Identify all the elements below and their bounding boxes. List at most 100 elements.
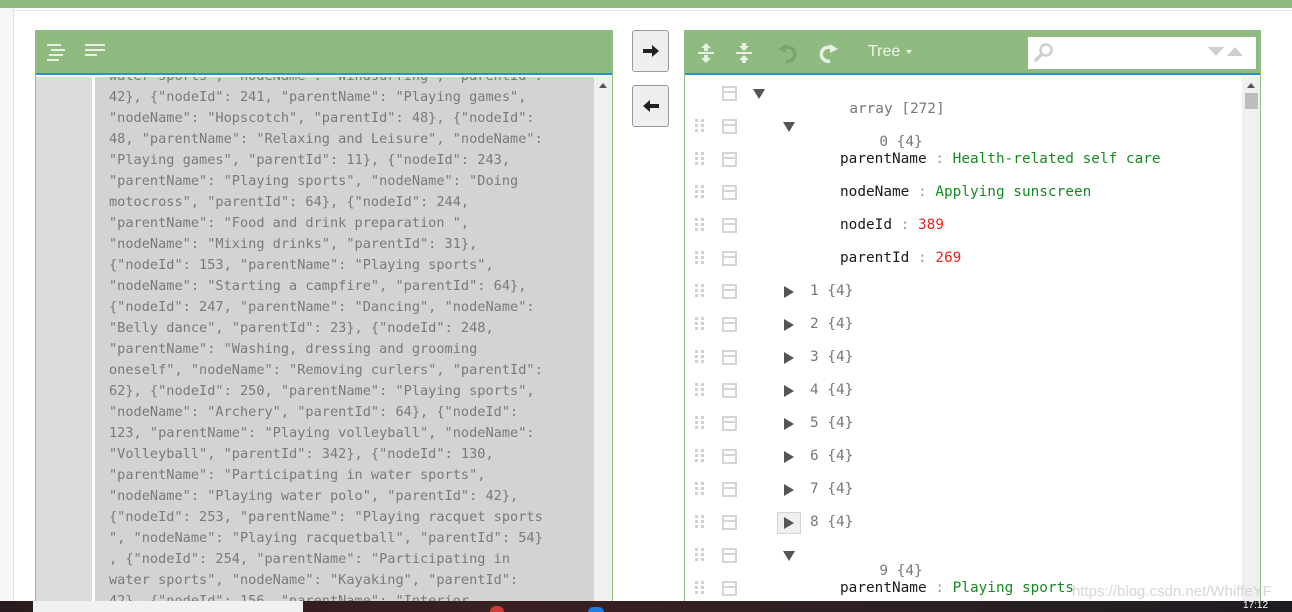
code-content[interactable]: water sports", "nodeName": "Windsurfing"… (109, 77, 543, 612)
taskbar-app-icon[interactable] (490, 606, 504, 612)
expand-toggle[interactable] (777, 380, 801, 402)
page-left-edge (0, 8, 14, 608)
code-line: water sports", "nodeName": "Windsurfing"… (109, 77, 543, 87)
context-menu-icon[interactable] (722, 581, 737, 596)
context-menu-icon[interactable] (722, 152, 737, 167)
field-value[interactable]: Health-related self care (953, 151, 1161, 167)
drag-handle-icon[interactable] (695, 515, 705, 529)
code-line: {"nodeId": 247, "parentName": "Dancing",… (109, 299, 535, 315)
expand-toggle[interactable] (777, 479, 801, 501)
expand-toggle[interactable] (777, 314, 801, 336)
scroll-up-arrow-icon[interactable] (599, 83, 607, 88)
field-group: nodeName : Applying sunscreen (840, 184, 1091, 200)
redo-icon[interactable] (817, 41, 839, 65)
drag-handle-icon[interactable] (695, 251, 705, 265)
context-menu-icon[interactable] (722, 548, 737, 563)
format-indent-icon[interactable] (47, 44, 69, 62)
field-key[interactable]: nodeId (840, 217, 892, 233)
tree-editor-panel: Tree array [272] 0 {4} parentName: Heal… (684, 30, 1261, 612)
taskbar-app-icon[interactable] (588, 607, 604, 612)
field-key[interactable]: parentId (840, 250, 909, 266)
triangle-right-icon (784, 484, 794, 496)
drag-handle-icon[interactable] (695, 581, 705, 595)
triangle-right-icon (784, 385, 794, 397)
search-next-icon[interactable] (1208, 47, 1224, 56)
drag-handle-icon[interactable] (695, 548, 705, 562)
tree-row-item: 6 {4} (685, 440, 1242, 473)
context-menu-icon[interactable] (722, 449, 737, 464)
expand-all-icon[interactable] (695, 41, 717, 65)
drag-handle-icon[interactable] (695, 350, 705, 364)
mode-label: Tree (868, 43, 901, 60)
drag-handle-icon[interactable] (695, 449, 705, 463)
expand-toggle[interactable] (777, 281, 801, 303)
context-menu-icon[interactable] (722, 185, 737, 200)
scroll-up-arrow-icon[interactable] (1247, 83, 1255, 88)
field-key[interactable]: parentName (840, 580, 927, 596)
item-label-group: 4 {4} (810, 382, 853, 398)
context-menu-icon[interactable] (722, 383, 737, 398)
triangle-right-icon (784, 418, 794, 430)
code-text-area[interactable]: water sports", "nodeName": "Windsurfing"… (95, 77, 595, 612)
code-line: "nodeName": "Mixing drinks", "parentId":… (109, 236, 478, 252)
context-menu-icon[interactable] (722, 86, 737, 101)
context-menu-icon[interactable] (722, 350, 737, 365)
scrollbar-thumb[interactable] (1245, 93, 1258, 109)
drag-handle-icon[interactable] (695, 383, 705, 397)
code-editor-panel: water sports", "nodeName": "Windsurfing"… (35, 30, 613, 612)
context-menu-icon[interactable] (722, 284, 737, 299)
code-line: ", "nodeName": "Playing racquetball", "p… (109, 530, 543, 546)
tree-row-field: parentName : Health-related self care (685, 143, 1242, 176)
field-key[interactable]: nodeName (840, 184, 909, 200)
context-menu-icon[interactable] (722, 416, 737, 431)
collapse-all-icon[interactable] (733, 41, 755, 65)
code-line: "parentName": "Washing, dressing and gro… (109, 341, 478, 357)
collapse-toggle[interactable] (777, 545, 801, 567)
taskbar-window-preview[interactable] (33, 601, 303, 612)
compact-lines-icon[interactable] (85, 44, 107, 62)
drag-handle-icon[interactable] (695, 185, 705, 199)
line-number-gutter (36, 77, 92, 612)
drag-handle-icon[interactable] (695, 119, 705, 133)
tree-row-item: 8 {4} (685, 506, 1242, 539)
collapse-toggle[interactable] (747, 83, 771, 105)
mode-dropdown[interactable]: Tree (868, 43, 913, 61)
context-menu-icon[interactable] (722, 482, 737, 497)
search-input[interactable] (1058, 41, 1198, 65)
search-previous-icon[interactable] (1227, 47, 1243, 56)
field-value[interactable]: Applying sunscreen (935, 184, 1091, 200)
expand-toggle[interactable] (777, 347, 801, 369)
copy-to-left-button[interactable] (632, 85, 669, 127)
code-scrollbar[interactable] (594, 77, 612, 612)
triangle-right-icon (784, 286, 794, 298)
drag-handle-icon[interactable] (695, 218, 705, 232)
field-value[interactable]: 389 (918, 217, 944, 233)
drag-handle-icon[interactable] (695, 482, 705, 496)
context-menu-icon[interactable] (722, 119, 737, 134)
drag-handle-icon[interactable] (695, 317, 705, 331)
context-menu-icon[interactable] (722, 317, 737, 332)
code-line: 123, "parentName": "Playing volleyball",… (109, 425, 535, 441)
os-taskbar: 17:12 (0, 600, 1292, 612)
undo-icon[interactable] (777, 41, 799, 65)
collapse-toggle[interactable] (777, 116, 801, 138)
field-value[interactable]: Playing sports (953, 580, 1074, 596)
copy-to-right-button[interactable] (632, 30, 669, 72)
context-menu-icon[interactable] (722, 251, 737, 266)
taskbar-clock: 17:12 (1243, 600, 1269, 611)
field-value[interactable]: 269 (935, 250, 961, 266)
drag-handle-icon[interactable] (695, 284, 705, 298)
tree-scrollbar[interactable] (1242, 77, 1260, 612)
expand-toggle[interactable] (777, 446, 801, 468)
code-line: {"nodeId": 153, "parentName": "Playing s… (109, 257, 494, 273)
field-separator: : (935, 580, 944, 596)
drag-handle-icon[interactable] (695, 416, 705, 430)
field-key[interactable]: parentName (840, 151, 927, 167)
context-menu-icon[interactable] (722, 218, 737, 233)
code-line: "nodeName": "Playing water polo", "paren… (109, 488, 519, 504)
expand-toggle[interactable] (777, 512, 801, 534)
expand-toggle[interactable] (777, 413, 801, 435)
code-line: 42}, {"nodeId": 241, "parentName": "Play… (109, 89, 527, 105)
context-menu-icon[interactable] (722, 515, 737, 530)
drag-handle-icon[interactable] (695, 152, 705, 166)
